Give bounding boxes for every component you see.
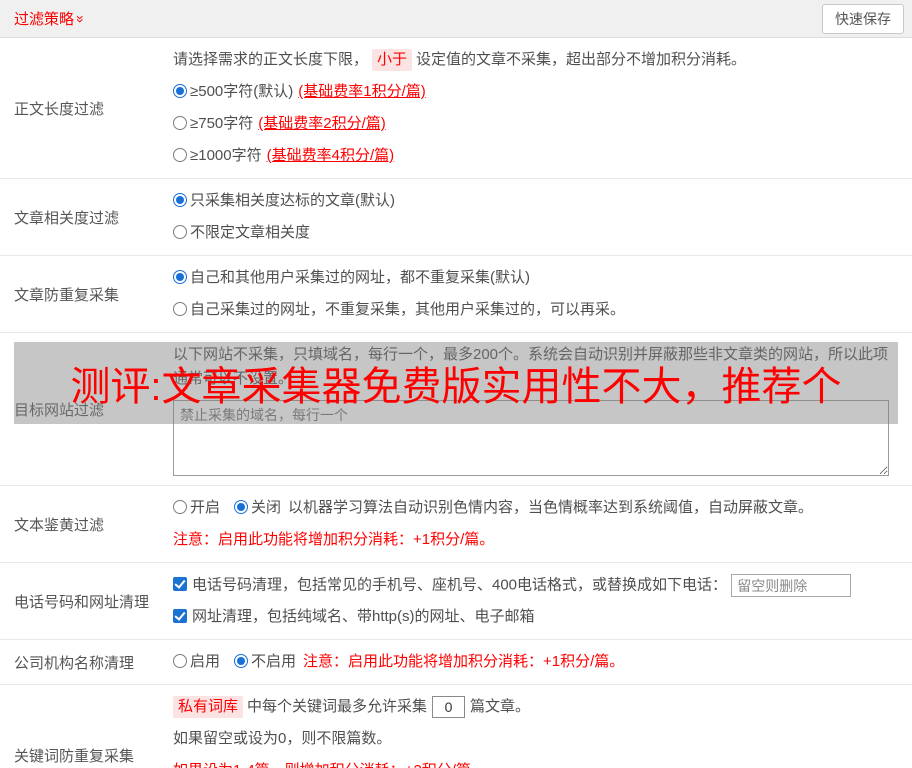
- checkbox-url-cleanup[interactable]: [173, 609, 187, 623]
- radio-relevance-strict[interactable]: [173, 193, 187, 207]
- porn-filter-cost-note: 注意：启用此功能将增加积分消耗：+1积分/篇。: [173, 531, 495, 548]
- checkbox-phone-cleanup[interactable]: [173, 577, 187, 592]
- radio-relevance-any[interactable]: [173, 225, 187, 239]
- row-content: 电话号码清理，包括常见的手机号、座机号、400电话格式，或替换成如下电话： 网址…: [173, 563, 912, 639]
- row-content-length-filter: 正文长度过滤 请选择需求的正文长度下限， 小于 设定值的文章不采集，超出部分不增加积…: [0, 38, 912, 179]
- url-cleanup-option: 网址清理，包括纯域名、带http(s)的网址、电子邮箱: [173, 606, 904, 628]
- porn-filter-options: 开启 关闭 以机器学习算法自动识别色情内容，当色情概率达到系统阈值，自动屏蔽文章。: [173, 497, 904, 519]
- keyword-cost-note: 如果设为1-4篇，则增加积分消耗：+2积分/篇。: [173, 760, 904, 768]
- blocked-domains-textarea[interactable]: [173, 400, 889, 476]
- radio-dedup-self-only[interactable]: [173, 302, 187, 316]
- fee-note-1000: (基础费率4积分/篇): [266, 147, 395, 164]
- radio-company-on[interactable]: [173, 654, 187, 668]
- row-label: 关键词防重复采集: [14, 747, 135, 765]
- dedup-option-self-only[interactable]: 自己采集过的网址，不重复采集，其他用户采集过的，可以再采。: [173, 299, 904, 321]
- porn-filter-description: 以机器学习算法自动识别色情内容，当色情概率达到系统阈值，自动屏蔽文章。: [288, 499, 814, 516]
- header-bar: 过滤策略» 快速保存: [0, 0, 912, 38]
- keyword-limit-line: 私有词库中每个关键词最多允许采集篇文章。: [173, 696, 904, 719]
- row-content: 启用 不启用 注意：启用此功能将增加积分消耗：+1积分/篇。: [173, 640, 912, 684]
- dedup-option-all-users[interactable]: 自己和其他用户采集过的网址，都不重复采集(默认): [173, 267, 904, 289]
- filter-strategy-page: 过滤策略» 快速保存 正文长度过滤 请选择需求的正文长度下限， 小于 设定值的文章不…: [0, 0, 912, 768]
- row-label: 目标网站过滤: [14, 401, 105, 419]
- company-cost-note: 注意：启用此功能将增加积分消耗：+1积分/篇。: [303, 653, 625, 670]
- less-than-chip: 小于: [372, 49, 413, 71]
- phone-cleanup-option: 电话号码清理，包括常见的手机号、座机号、400电话格式，或替换成如下电话：: [173, 574, 904, 597]
- target-site-description: 以下网站不采集，只填域名，每行一个，最多200个。系统会自动识别并屏蔽那些非文章…: [173, 346, 889, 387]
- length-filter-description: 请选择需求的正文长度下限， 小于 设定值的文章不采集，超出部分不增加积分消耗。: [173, 49, 904, 71]
- keyword-max-count-input[interactable]: [432, 696, 466, 719]
- radio-company-off[interactable]: [234, 654, 249, 668]
- row-keyword-dedup: 关键词防重复采集 私有词库中每个关键词最多允许采集篇文章。 如果留空或设为0，则…: [0, 685, 912, 768]
- length-option-1000[interactable]: ≥1000字符 (基础费率4积分/篇): [173, 145, 904, 167]
- row-dedup-collection: 文章防重复采集 自己和其他用户采集过的网址，都不重复采集(默认) 自己采集过的网…: [0, 256, 912, 333]
- row-content: 只采集相关度达标的文章(默认) 不限定文章相关度: [173, 179, 912, 255]
- row-content: 开启 关闭 以机器学习算法自动识别色情内容，当色情概率达到系统阈值，自动屏蔽文章。 …: [173, 486, 912, 562]
- row-content: 私有词库中每个关键词最多允许采集篇文章。 如果留空或设为0，则不限篇数。 如果设…: [173, 685, 912, 768]
- fee-note-500: (基础费率1积分/篇): [298, 83, 426, 100]
- relevance-option-strict[interactable]: 只采集相关度达标的文章(默认): [173, 190, 904, 212]
- relevance-option-any[interactable]: 不限定文章相关度: [173, 222, 904, 244]
- replacement-phone-input[interactable]: [731, 574, 852, 597]
- row-content: 以下网站不采集，只填域名，每行一个，最多200个。系统会自动识别并屏蔽那些非文章…: [173, 333, 912, 485]
- row-label: 文章防重复采集: [14, 286, 120, 304]
- radio-1000-chars[interactable]: [173, 148, 187, 162]
- row-label: 文章相关度过滤: [14, 209, 120, 227]
- row-relevance-filter: 文章相关度过滤 只采集相关度达标的文章(默认) 不限定文章相关度: [0, 179, 912, 256]
- row-content: 自己和其他用户采集过的网址，都不重复采集(默认) 自己采集过的网址，不重复采集，…: [173, 256, 912, 332]
- page-title-text: 过滤策略: [14, 11, 75, 28]
- radio-porn-on[interactable]: [173, 500, 187, 514]
- row-label: 文本鉴黄过滤: [14, 516, 105, 534]
- radio-750-chars[interactable]: [173, 116, 187, 130]
- page-title[interactable]: 过滤策略»: [14, 8, 89, 29]
- length-option-500[interactable]: ≥500字符(默认) (基础费率1积分/篇): [173, 81, 904, 103]
- keyword-zero-note: 如果留空或设为0，则不限篇数。: [173, 730, 392, 747]
- radio-porn-off[interactable]: [234, 500, 249, 514]
- private-thesaurus-chip[interactable]: 私有词库: [173, 696, 244, 718]
- row-label: 电话号码和网址清理: [14, 593, 150, 611]
- radio-500-chars[interactable]: [173, 84, 187, 98]
- row-porn-filter: 文本鉴黄过滤 开启 关闭 以机器学习算法自动识别色情内容，当色情概率达到系统阈值，自…: [0, 486, 912, 563]
- row-label: 公司机构名称清理: [14, 654, 135, 672]
- company-cleanup-options: 启用 不启用 注意：启用此功能将增加积分消耗：+1积分/篇。: [173, 651, 904, 673]
- fee-note-750: (基础费率2积分/篇): [258, 115, 386, 132]
- row-company-name-cleanup: 公司机构名称清理 启用 不启用 注意：启用此功能将增加积分消耗：+1积分/篇。: [0, 640, 912, 685]
- row-content: 请选择需求的正文长度下限， 小于 设定值的文章不采集，超出部分不增加积分消耗。 ≥5…: [173, 38, 912, 178]
- radio-dedup-all-users[interactable]: [173, 270, 187, 284]
- quick-save-button[interactable]: 快速保存: [822, 3, 904, 34]
- row-phone-url-cleanup: 电话号码和网址清理 电话号码清理，包括常见的手机号、座机号、400电话格式，或替…: [0, 563, 912, 640]
- length-option-750[interactable]: ≥750字符 (基础费率2积分/篇): [173, 113, 904, 135]
- chevron-double-down-icon: »: [72, 15, 89, 23]
- row-target-site-filter: 目标网站过滤 以下网站不采集，只填域名，每行一个，最多200个。系统会自动识别并…: [0, 333, 912, 486]
- row-label: 正文长度过滤: [14, 100, 105, 118]
